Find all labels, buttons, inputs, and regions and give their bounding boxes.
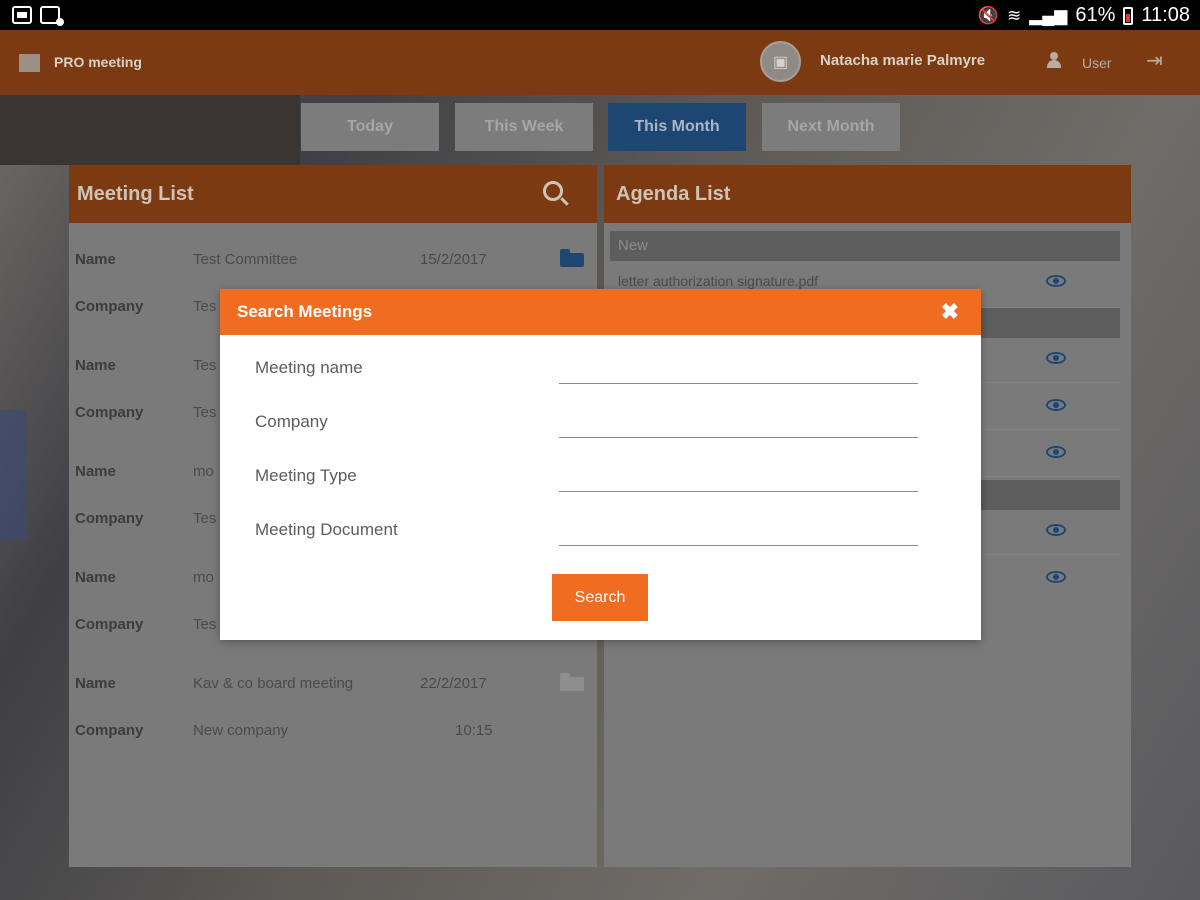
eye-icon[interactable] [1046,446,1066,458]
tab-this-week[interactable]: This Week [455,103,593,151]
agenda-item-name: letter authorization signature.pdf [618,273,819,289]
folder-icon[interactable] [560,673,584,691]
meeting-name-label: Meeting name [255,358,363,377]
meeting-type-field[interactable] [559,462,918,492]
tab-today[interactable]: Today [301,103,439,151]
meeting-document-field[interactable] [559,516,918,546]
close-icon[interactable]: ✖ [941,299,959,325]
agenda-list-title: Agenda List [616,182,731,205]
meeting-time: 10:15 [455,722,493,739]
wifi-icon: ≋ [1006,5,1022,25]
document-notification-icon [40,6,64,26]
meeting-name-row[interactable]: Name Test Committee 15/2/2017 [75,245,597,275]
meeting-date: 22/2/2017 [420,675,487,692]
meeting-name-row[interactable]: Name Kav & co board meeting 22/2/2017 [75,669,597,699]
meeting-company: Tes [193,510,217,527]
logout-icon[interactable]: ⇥ [1146,48,1163,73]
company-field[interactable] [559,408,918,438]
user-name: Natacha marie Palmyre [820,52,986,69]
battery-icon [1123,6,1134,25]
meeting-name: mo [193,463,214,480]
meeting-name: Test Committee [193,251,298,268]
meeting-company: New company [193,722,289,739]
search-button[interactable]: Search [552,574,648,621]
background-accent [0,410,26,540]
user-icon [1047,52,1061,68]
mute-icon: 🔇 [977,5,999,25]
search-icon[interactable] [543,181,563,201]
name-label: Name [75,463,116,480]
meeting-company: Tes [193,616,217,633]
meeting-list-title: Meeting List [77,182,194,205]
tab-next-month[interactable]: Next Month [762,103,900,151]
meeting-name: mo [193,569,214,586]
name-label: Name [75,569,116,586]
company-label: Company [75,510,144,527]
gallery-notification-icon [12,6,32,24]
meeting-company-row: Company New company 10:15 [75,716,597,746]
meeting-company: Tes [193,298,217,315]
company-label: Company [75,722,144,739]
meeting-name: Kav & co board meeting [193,675,354,692]
folder-open-icon[interactable] [560,249,584,267]
meeting-name: Tes [193,357,217,374]
meeting-company: Tes [193,404,217,421]
eye-icon[interactable] [1046,524,1066,536]
company-label: Company [255,412,328,431]
company-label: Company [75,404,144,421]
eye-icon[interactable] [1046,275,1066,287]
name-label: Name [75,251,116,268]
meeting-date: 15/2/2017 [420,251,487,268]
meeting-name-field[interactable] [559,354,918,384]
dialog-title: Search Meetings [237,302,373,321]
background-shade [0,95,300,165]
meeting-type-label: Meeting Type [255,466,357,485]
dialog-header: Search Meetings ✖ [220,289,981,335]
status-bar: 🔇 ≋ ▂▄▆ 61% 11:08 [0,0,1200,30]
company-label: Company [75,298,144,315]
agenda-list-header: Agenda List [604,165,1131,223]
name-label: Name [75,357,116,374]
eye-icon[interactable] [1046,352,1066,364]
company-label: Company [75,616,144,633]
name-label: Name [75,675,116,692]
user-role-label: User [1082,55,1112,71]
camera-icon: ▣ [772,53,789,71]
meeting-document-label: Meeting Document [255,520,398,539]
signal-icon: ▂▄▆ [1029,5,1068,25]
battery-percent: 61% [1075,4,1116,26]
app-title: PRO meeting [54,54,142,70]
app-bar: PRO meeting ▣ Natacha marie Palmyre User… [0,30,1200,95]
agenda-section-new: New [610,231,1120,261]
menu-icon[interactable] [19,54,40,72]
clock: 11:08 [1141,4,1190,26]
eye-icon[interactable] [1046,399,1066,411]
search-meetings-dialog: Search Meetings ✖ Meeting name Company M… [220,289,981,640]
meeting-list-header: Meeting List [69,165,597,223]
eye-icon[interactable] [1046,571,1066,583]
tab-this-month[interactable]: This Month [608,103,746,151]
avatar[interactable]: ▣ [760,41,801,82]
